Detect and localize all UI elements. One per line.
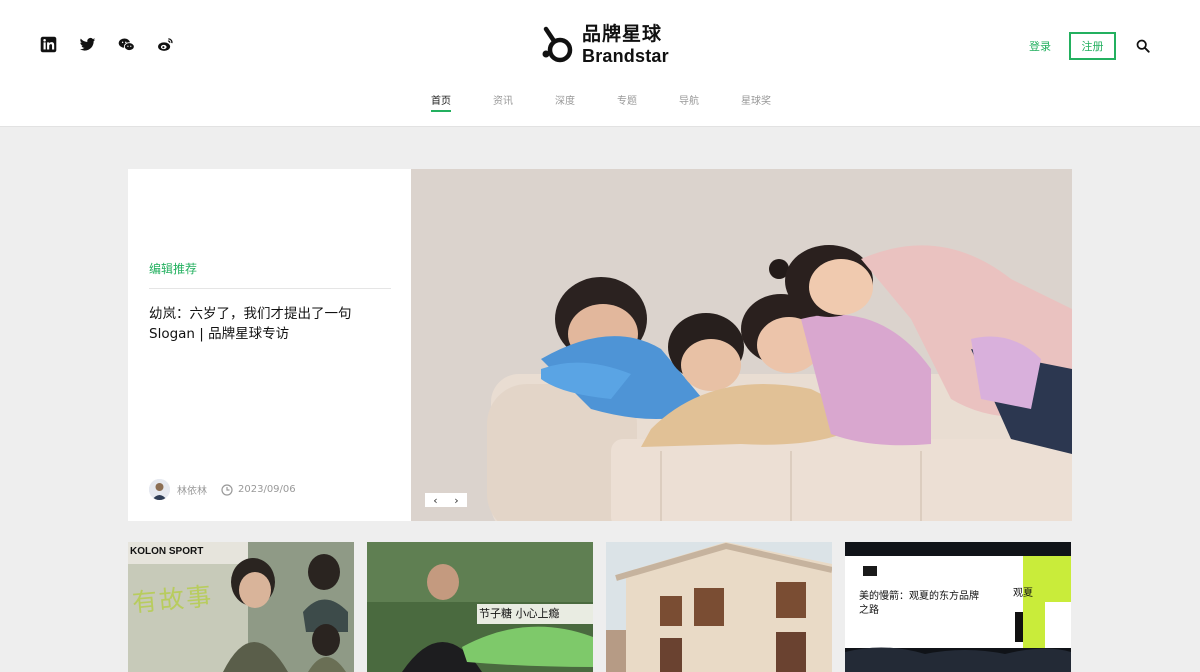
nav-item-news[interactable]: 资讯 <box>493 92 513 112</box>
article-cards: KOLON SPORT 有故事 节子糖 小心上瘾 美的慢箭：观夏的东方品牌之路 … <box>128 542 1072 672</box>
linkedin-icon[interactable] <box>40 36 57 53</box>
social-links <box>40 36 174 53</box>
login-link[interactable]: 登录 <box>1029 38 1051 54</box>
card-image-building <box>606 542 832 672</box>
nav-item-navigation[interactable]: 导航 <box>679 92 699 112</box>
logo-chinese: 品牌星球 <box>582 23 663 45</box>
card-overlay-text: 美的慢箭：观夏的东方品牌之路 <box>859 591 979 616</box>
article-meta: 林依林 2023/09/06 <box>149 479 296 500</box>
card-sub-text: 观夏 <box>1013 588 1033 599</box>
next-slide-button[interactable]: › <box>446 493 467 507</box>
brand-logo[interactable]: 品牌星球 Brandstar <box>540 25 669 65</box>
article-card[interactable]: 美的慢箭：观夏的东方品牌之路 观夏 <box>845 542 1071 672</box>
nav-item-depth[interactable]: 深度 <box>555 92 575 112</box>
nav-item-home[interactable]: 首页 <box>431 92 451 112</box>
editor-pick-tag[interactable]: 编辑推荐 <box>149 260 197 277</box>
search-icon[interactable] <box>1136 39 1150 53</box>
clock-icon <box>221 483 233 496</box>
featured-article[interactable]: 编辑推荐 幼岚：六岁了，我们才提出了一句 Slogan | 品牌星球专访 林依林… <box>128 169 1072 521</box>
card-overlay-text: 有故事 <box>131 581 215 618</box>
wechat-icon[interactable] <box>118 36 135 53</box>
article-card[interactable] <box>606 542 832 672</box>
article-card[interactable]: 节子糖 小心上瘾 <box>367 542 593 672</box>
site-header: 品牌星球 Brandstar 登录 注册 首页 资讯 深度 专题 导航 星球奖 <box>0 0 1200 127</box>
account-actions: 登录 注册 <box>1029 32 1150 60</box>
card-brand-label: KOLON SPORT <box>130 546 204 557</box>
twitter-icon[interactable] <box>79 36 96 53</box>
featured-image[interactable]: ‹ › <box>411 169 1072 521</box>
divider <box>149 288 391 289</box>
main-nav: 首页 资讯 深度 专题 导航 星球奖 <box>0 92 1200 112</box>
featured-title[interactable]: 幼岚：六岁了，我们才提出了一句 Slogan | 品牌星球专访 <box>149 304 389 344</box>
logo-english: Brandstar <box>582 46 669 66</box>
logo-wordmark: 品牌星球 Brandstar <box>582 23 669 66</box>
nav-item-awards[interactable]: 星球奖 <box>741 92 771 112</box>
avatar[interactable] <box>149 479 170 500</box>
publish-date: 2023/09/06 <box>238 484 296 495</box>
slider-controls: ‹ › <box>425 493 467 507</box>
card-overlay-text: 节子糖 小心上瘾 <box>479 607 560 620</box>
brandstar-logo-icon <box>542 26 573 63</box>
prev-slide-button[interactable]: ‹ <box>425 493 446 507</box>
weibo-icon[interactable] <box>157 36 174 53</box>
featured-text-panel: 编辑推荐 幼岚：六岁了，我们才提出了一句 Slogan | 品牌星球专访 林依林… <box>128 169 411 521</box>
register-button[interactable]: 注册 <box>1069 32 1116 60</box>
author-name[interactable]: 林依林 <box>177 482 207 497</box>
article-card[interactable]: KOLON SPORT 有故事 <box>128 542 354 672</box>
nav-item-topics[interactable]: 专题 <box>617 92 637 112</box>
kids-on-sofa-photo <box>411 169 1072 521</box>
